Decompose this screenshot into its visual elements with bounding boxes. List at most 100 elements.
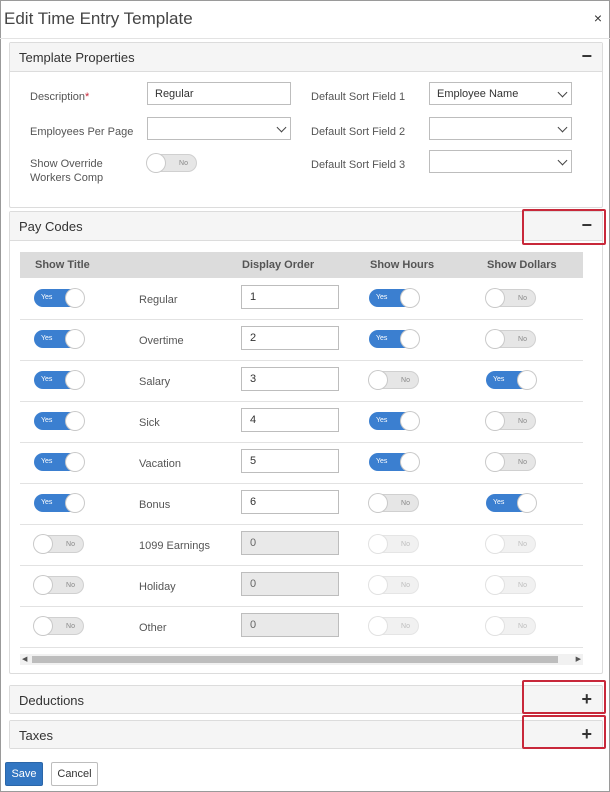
- show-title-toggle[interactable]: Yes: [34, 412, 84, 430]
- taxes-header[interactable]: Taxes +: [10, 721, 602, 748]
- pay-codes-title: Pay Codes: [19, 219, 83, 234]
- show-hours-toggle: No: [369, 576, 419, 594]
- pay-code-name: 1099 Earnings: [139, 540, 210, 552]
- taxes-panel: Taxes +: [9, 720, 603, 749]
- cancel-button[interactable]: Cancel: [51, 762, 98, 786]
- chevron-down-icon: [557, 122, 568, 133]
- display-order-input: 0: [241, 613, 339, 637]
- show-hours-toggle: No: [369, 617, 419, 635]
- show-dollars-toggle[interactable]: No: [486, 289, 536, 307]
- show-dollars-toggle[interactable]: Yes: [486, 494, 536, 512]
- show-override-toggle[interactable]: No: [147, 154, 197, 172]
- taxes-title: Taxes: [19, 728, 53, 743]
- show-dollars-toggle: No: [486, 576, 536, 594]
- sort-field-1-select[interactable]: Employee Name: [429, 82, 572, 105]
- employees-per-page-label: Employees Per Page: [30, 126, 134, 138]
- show-dollars-toggle[interactable]: Yes: [486, 371, 536, 389]
- table-row: Yes Bonus 6 No Yes: [20, 484, 583, 525]
- description-input[interactable]: Regular: [147, 82, 291, 105]
- show-hours-toggle[interactable]: Yes: [369, 412, 419, 430]
- display-order-input[interactable]: 6: [241, 490, 339, 514]
- description-label: Description*: [30, 91, 90, 103]
- expand-icon[interactable]: +: [581, 724, 592, 744]
- show-hours-toggle[interactable]: No: [369, 494, 419, 512]
- show-dollars-toggle: No: [486, 617, 536, 635]
- scrollbar-thumb[interactable]: [32, 656, 558, 663]
- chevron-down-icon: [557, 87, 568, 98]
- sort-field-2-select[interactable]: [429, 117, 572, 140]
- employees-per-page-select[interactable]: [147, 117, 291, 140]
- collapse-icon[interactable]: −: [581, 215, 592, 235]
- display-order-input[interactable]: 3: [241, 367, 339, 391]
- show-dollars-toggle[interactable]: No: [486, 453, 536, 471]
- pay-code-name: Other: [139, 622, 167, 634]
- show-title-toggle[interactable]: Yes: [34, 330, 84, 348]
- pay-code-name: Bonus: [139, 499, 171, 511]
- deductions-header[interactable]: Deductions +: [10, 686, 602, 713]
- show-hours-toggle[interactable]: Yes: [369, 330, 419, 348]
- show-hours-toggle: No: [369, 535, 419, 553]
- show-title-toggle[interactable]: No: [34, 617, 84, 635]
- show-dollars-toggle[interactable]: No: [486, 330, 536, 348]
- show-hours-toggle[interactable]: No: [369, 371, 419, 389]
- column-header: Show Dollars: [487, 259, 557, 271]
- template-properties-panel: Template Properties − Description* Regul…: [9, 42, 603, 208]
- show-override-label: Show Override Workers Comp: [30, 158, 104, 184]
- show-title-toggle[interactable]: Yes: [34, 371, 84, 389]
- pay-code-name: Sick: [139, 417, 160, 429]
- display-order-input: 0: [241, 531, 339, 555]
- pay-code-name: Regular: [139, 294, 178, 306]
- table-row: No Holiday 0 No No: [20, 566, 583, 607]
- pay-code-name: Holiday: [139, 581, 176, 593]
- sort-field-3-select[interactable]: [429, 150, 572, 173]
- display-order-input[interactable]: 2: [241, 326, 339, 350]
- column-header: Display Order: [242, 259, 315, 271]
- display-order-input[interactable]: 5: [241, 449, 339, 473]
- column-header: Show Hours: [370, 259, 435, 271]
- display-order-input: 0: [241, 572, 339, 596]
- pay-code-name: Vacation: [139, 458, 181, 470]
- chevron-down-icon: [276, 122, 287, 133]
- scroll-left-icon[interactable]: ◀: [22, 655, 27, 663]
- show-dollars-toggle[interactable]: No: [486, 412, 536, 430]
- collapse-icon[interactable]: −: [581, 46, 592, 66]
- pay-code-name: Overtime: [139, 335, 184, 347]
- expand-icon[interactable]: +: [581, 689, 592, 709]
- table-row: Yes Sick 4 Yes No: [20, 402, 583, 443]
- table-row: No 1099 Earnings 0 No No: [20, 525, 583, 566]
- sort-field-2-label: Default Sort Field 2: [311, 126, 406, 138]
- save-button[interactable]: Save: [5, 762, 43, 786]
- show-title-toggle[interactable]: Yes: [34, 453, 84, 471]
- deductions-title: Deductions: [19, 693, 85, 708]
- display-order-input[interactable]: 4: [241, 408, 339, 432]
- table-row: Yes Overtime 2 Yes No: [20, 320, 583, 361]
- table-row: No Other 0 No No: [20, 607, 583, 648]
- title-divider: [0, 38, 610, 39]
- horizontal-scrollbar[interactable]: ◀ ▶: [20, 654, 583, 665]
- table-row: Yes Regular 1 Yes No: [20, 279, 583, 320]
- scroll-right-icon[interactable]: ▶: [576, 655, 581, 663]
- table-row: Yes Vacation 5 Yes No: [20, 443, 583, 484]
- show-hours-toggle[interactable]: Yes: [369, 453, 419, 471]
- deductions-panel: Deductions +: [9, 685, 603, 714]
- display-order-input[interactable]: 1: [241, 285, 339, 309]
- chevron-down-icon: [557, 155, 568, 166]
- sort-field-1-label: Default Sort Field 1: [311, 91, 406, 103]
- pay-code-name: Salary: [139, 376, 171, 388]
- sort-field-3-label: Default Sort Field 3: [311, 159, 406, 171]
- pay-codes-panel: Pay Codes − Show Title Display Order Sho…: [9, 211, 603, 674]
- column-header: Show Title: [35, 259, 90, 271]
- template-properties-title: Template Properties: [19, 50, 135, 65]
- table-row: Yes Salary 3 No Yes: [20, 361, 583, 402]
- pay-codes-grid-header: Show Title Display Order Show Hours Show…: [20, 252, 583, 278]
- show-title-toggle[interactable]: No: [34, 576, 84, 594]
- show-dollars-toggle: No: [486, 535, 536, 553]
- show-title-toggle[interactable]: No: [34, 535, 84, 553]
- show-hours-toggle[interactable]: Yes: [369, 289, 419, 307]
- close-icon[interactable]: ×: [594, 10, 602, 26]
- template-properties-header[interactable]: Template Properties −: [10, 43, 602, 72]
- pay-codes-header[interactable]: Pay Codes −: [10, 212, 602, 241]
- modal-title: Edit Time Entry Template: [4, 9, 193, 28]
- show-title-toggle[interactable]: Yes: [34, 494, 84, 512]
- show-title-toggle[interactable]: Yes: [34, 289, 84, 307]
